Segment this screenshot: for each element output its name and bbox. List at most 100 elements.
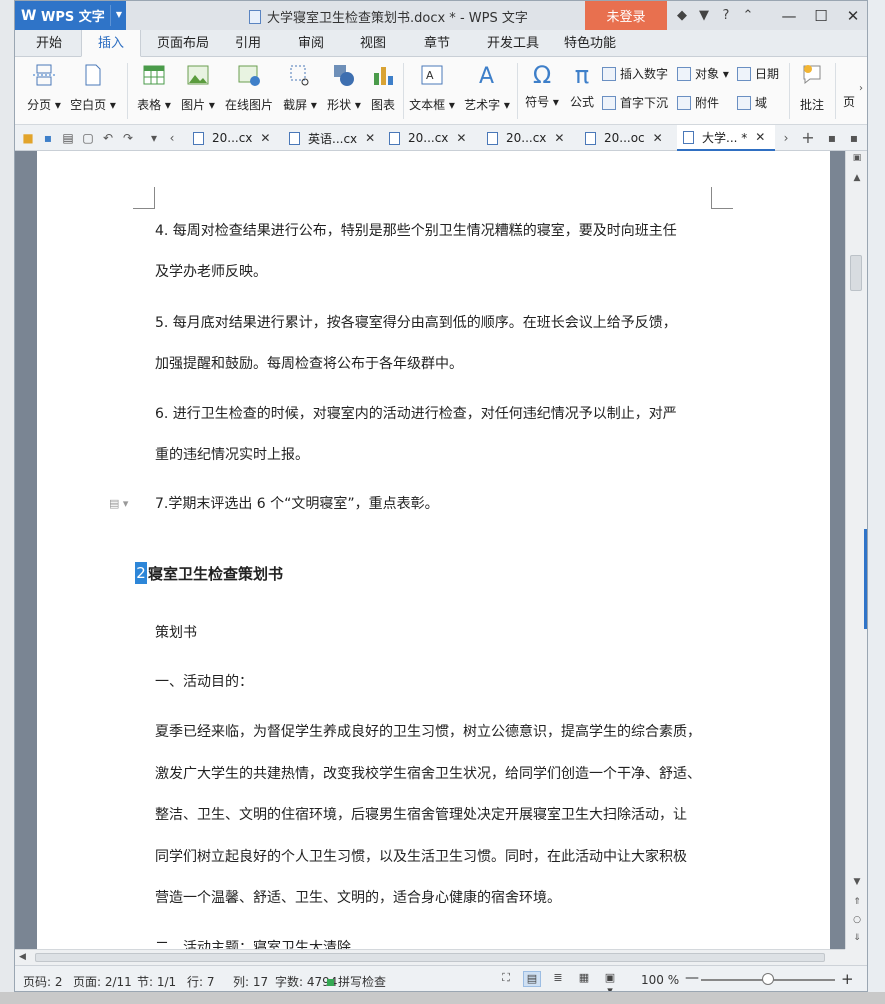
login-button[interactable]: 未登录 bbox=[585, 1, 667, 30]
status-col[interactable]: 列: 17 bbox=[233, 973, 268, 990]
app-menu-button[interactable]: W WPS 文字 ▼ bbox=[15, 1, 126, 30]
doc-line[interactable]: 加强提醒和鼓励。每周检查将公布于各年级群中。 bbox=[155, 354, 463, 374]
scroll-down-icon[interactable]: ▼ bbox=[846, 877, 867, 887]
doc-tab[interactable]: 20...cx ✕ bbox=[481, 125, 575, 151]
date-button[interactable]: 日期 bbox=[737, 65, 779, 82]
field-button[interactable]: 域 bbox=[737, 94, 767, 111]
page-view-icon[interactable]: ▤ bbox=[523, 971, 541, 987]
select-browse-icon[interactable]: ○ bbox=[846, 915, 867, 925]
close-tab-icon[interactable]: ✕ bbox=[653, 131, 663, 145]
doc-line[interactable]: 激发广大学生的共建热情，改变我校学生宿舍卫生状况，给同学们创造一个干净、舒适、 bbox=[155, 764, 701, 784]
side-panel-handle[interactable] bbox=[864, 529, 867, 629]
formula-button[interactable]: π 公式 bbox=[565, 59, 599, 110]
zoom-slider[interactable] bbox=[701, 973, 835, 985]
tab-references[interactable]: 引用 bbox=[223, 30, 273, 57]
tab-home[interactable]: 开始 bbox=[19, 30, 79, 57]
comment-button[interactable]: 批注 bbox=[793, 59, 831, 113]
doc-line[interactable]: 5. 每月底对结果进行累计，按各寝室得分由高到低的顺序。在班长会议上给予反馈， bbox=[155, 313, 677, 333]
insert-number-button[interactable]: 插入数字 bbox=[602, 65, 668, 82]
tab-view[interactable]: 视图 bbox=[347, 30, 399, 57]
document-page[interactable]: 4. 每周对检查结果进行公布，特别是那些个别卫生情况糟糕的寝室，要及时向班主任 … bbox=[37, 151, 830, 949]
document-area[interactable]: 4. 每周对检查结果进行公布，特别是那些个别卫生情况糟糕的寝室，要及时向班主任 … bbox=[15, 151, 845, 949]
web-view-icon[interactable]: ▦ bbox=[575, 971, 593, 987]
close-tab-icon[interactable]: ✕ bbox=[260, 131, 270, 145]
doc-line[interactable]: 一、活动目的： bbox=[155, 672, 253, 692]
doc-line[interactable]: 夏季已经来临，为督促学生养成良好的卫生习惯，树立公德意识，提高学生的综合素质， bbox=[155, 722, 701, 742]
attachment-button[interactable]: 附件 bbox=[677, 94, 719, 111]
print-icon[interactable]: ▤ bbox=[61, 131, 75, 145]
zoom-in-icon[interactable]: + bbox=[841, 970, 854, 988]
shape-button[interactable]: 形状 ▾ bbox=[323, 59, 365, 113]
ribbon-scroll-right-icon[interactable]: › bbox=[859, 83, 863, 94]
doc-line[interactable]: 4. 每周对检查结果进行公布，特别是那些个别卫生情况糟糕的寝室，要及时向班主任 bbox=[155, 221, 677, 241]
doc-tab[interactable]: 20...cx ✕ bbox=[187, 125, 279, 151]
doc-line[interactable]: 二、活动主题：寝室卫生大清除 bbox=[155, 938, 351, 949]
close-tab-icon[interactable]: ✕ bbox=[755, 130, 765, 144]
new-tab-icon[interactable]: + bbox=[801, 130, 815, 146]
paragraph-options-icon[interactable]: ▤ ▾ bbox=[109, 497, 128, 510]
redo-icon[interactable]: ↷ bbox=[121, 131, 135, 145]
zoom-out-icon[interactable]: — bbox=[685, 970, 699, 986]
tab-special[interactable]: 特色功能 bbox=[545, 30, 635, 57]
scroll-left-icon[interactable]: ◀ bbox=[19, 952, 26, 962]
zoom-level[interactable]: 100 % bbox=[641, 973, 679, 987]
tab-chapter[interactable]: 章节 bbox=[411, 30, 463, 57]
tab-developer[interactable]: 开发工具 bbox=[473, 30, 553, 57]
page-button[interactable]: 页 bbox=[839, 59, 859, 110]
tab-list-icon[interactable]: ▪ bbox=[825, 131, 839, 145]
object-button[interactable]: 对象 ▾ bbox=[677, 65, 729, 82]
doc-line[interactable]: 整洁、卫生、文明的住宿环境，后寝男生宿舍管理处决定开展寝室卫生大扫除活动，让 bbox=[155, 805, 687, 825]
screenshot-button[interactable]: 截屏 ▾ bbox=[279, 59, 321, 113]
table-button[interactable]: 表格 ▾ bbox=[133, 59, 175, 113]
minimize-icon[interactable]: — bbox=[773, 7, 805, 25]
status-row[interactable]: 行: 7 bbox=[187, 973, 215, 990]
picture-button[interactable]: 图片 ▾ bbox=[177, 59, 219, 113]
spell-check-toggle[interactable]: 拼写检查 bbox=[327, 973, 386, 990]
doc-tab[interactable]: 20...oc ✕ bbox=[579, 125, 675, 151]
print-preview-icon[interactable]: ▢ bbox=[81, 131, 95, 145]
next-page-icon[interactable]: ⇓ bbox=[846, 933, 867, 943]
horizontal-scrollbar[interactable]: ◀ bbox=[15, 949, 845, 965]
shirt-icon[interactable]: ▼ bbox=[693, 8, 715, 23]
doc-line[interactable]: 6. 进行卫生检查的时候，对寝室内的活动进行检查，对任何违纪情况予以制止，对严 bbox=[155, 404, 677, 424]
doc-line[interactable]: 及学办老师反映。 bbox=[155, 262, 267, 282]
help-icon[interactable]: ? bbox=[715, 8, 737, 23]
doc-tab[interactable]: 20...cx ✕ bbox=[383, 125, 475, 151]
tab-insert[interactable]: 插入 bbox=[81, 30, 141, 57]
tab-review[interactable]: 审阅 bbox=[285, 30, 337, 57]
close-icon[interactable]: ✕ bbox=[837, 7, 867, 25]
undo-icon[interactable]: ↶ bbox=[101, 131, 115, 145]
horizontal-scroll-thumb[interactable] bbox=[35, 953, 825, 962]
symbol-button[interactable]: Ω 符号 ▾ bbox=[521, 59, 563, 110]
tab-page-layout[interactable]: 页面布局 bbox=[143, 30, 223, 57]
prev-page-icon[interactable]: ⇑ bbox=[846, 897, 867, 907]
doc-line[interactable]: 营造一个温馨、舒适、卫生、文明的，适合身心健康的宿舍环境。 bbox=[155, 888, 561, 908]
close-tab-icon[interactable]: ✕ bbox=[554, 131, 564, 145]
status-section[interactable]: 节: 1/1 bbox=[137, 973, 176, 990]
skin-icon[interactable]: ◆ bbox=[671, 8, 693, 23]
tabs-scroll-right-icon[interactable]: › bbox=[779, 131, 793, 145]
chart-button[interactable]: 图表 bbox=[367, 59, 399, 113]
zoom-slider-knob[interactable] bbox=[762, 973, 774, 985]
online-picture-button[interactable]: 在线图片 bbox=[221, 59, 277, 113]
close-tab-icon[interactable]: ✕ bbox=[365, 131, 375, 145]
fullscreen-view-icon[interactable]: ⛶ bbox=[497, 971, 515, 987]
textbox-button[interactable]: A 文本框 ▾ bbox=[407, 59, 457, 113]
page-break-button[interactable]: 分页 ▾ bbox=[21, 59, 67, 113]
blank-page-button[interactable]: 空白页 ▾ bbox=[67, 59, 119, 113]
scroll-thumb[interactable] bbox=[850, 255, 862, 291]
dropdown-icon[interactable]: ▾ bbox=[147, 131, 161, 145]
doc-line[interactable]: 7.学期末评选出 6 个“文明寝室”，重点表彰。 bbox=[155, 494, 439, 514]
reading-view-icon[interactable]: ▣ ▾ bbox=[601, 971, 619, 991]
save-icon[interactable]: ▪ bbox=[41, 131, 55, 145]
status-page-number[interactable]: 页码: 2 bbox=[23, 973, 63, 990]
scroll-up-icon[interactable]: ▲ bbox=[846, 173, 867, 183]
maximize-icon[interactable]: ☐ bbox=[805, 7, 837, 25]
close-tab-icon[interactable]: ✕ bbox=[456, 131, 466, 145]
caret-down-icon[interactable]: ▼ bbox=[116, 10, 122, 19]
drop-cap-button[interactable]: 首字下沉 bbox=[602, 94, 668, 111]
doc-line[interactable]: 重的违纪情况实时上报。 bbox=[155, 445, 309, 465]
doc-line[interactable]: 同学们树立起良好的个人卫生习惯，以及生活卫生习惯。同时，在此活动中让大家积极 bbox=[155, 847, 687, 867]
doc-tab-active[interactable]: 大学... * ✕ bbox=[677, 125, 775, 151]
section-heading[interactable]: 2 寝室卫生检查策划书 bbox=[135, 562, 283, 584]
